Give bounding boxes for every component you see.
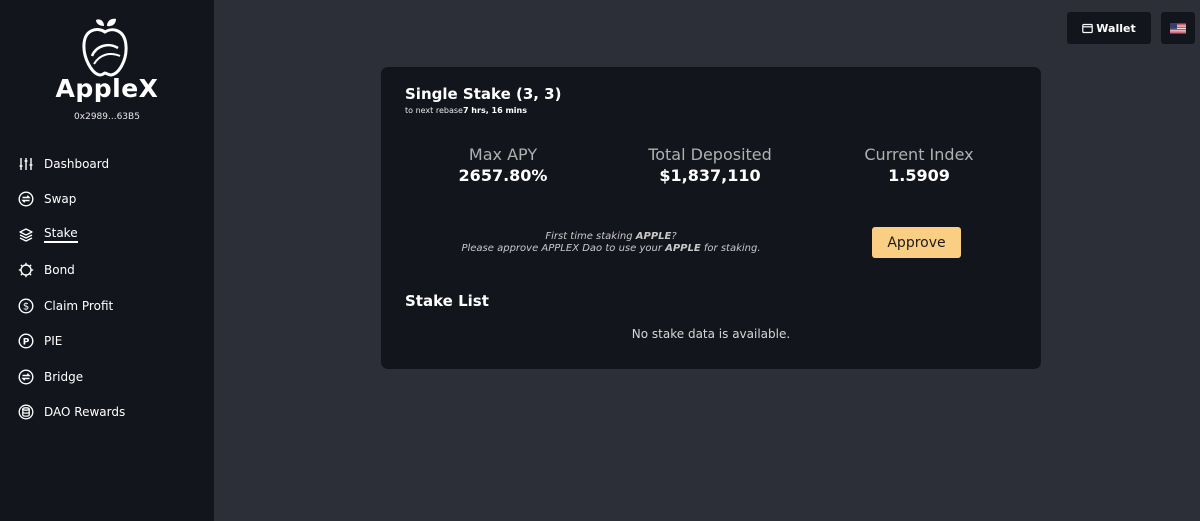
rebase-prefix: to next rebase xyxy=(405,106,463,115)
sidebar-nav: Dashboard Swap Stake Bond $ Claim Profit… xyxy=(18,146,125,430)
us-flag-icon xyxy=(1170,22,1186,34)
dollar-icon: $ xyxy=(18,298,34,314)
sidebar-item-bond[interactable]: Bond xyxy=(18,253,125,289)
rebase-countdown: to next rebase7 hrs, 16 mins xyxy=(405,106,527,115)
sidebar-item-dashboard[interactable]: Dashboard xyxy=(18,146,125,182)
stat-label: Max APY xyxy=(468,145,538,164)
approve-button[interactable]: Approve xyxy=(872,227,961,258)
wallet-button-label: Wallet xyxy=(1096,21,1136,35)
token-name: APPLE xyxy=(665,243,701,254)
approve-text: First time staking xyxy=(545,231,636,242)
p-coin-icon: P xyxy=(18,333,34,349)
approve-message: First time staking APPLE? Please approve… xyxy=(421,231,801,255)
stat-max-apy: Max APY 2657.80% xyxy=(403,145,603,185)
approve-text: Please approve APPLEX Dao to use your xyxy=(461,243,666,254)
sliders-icon xyxy=(18,156,34,172)
svg-text:$: $ xyxy=(23,301,29,312)
sidebar-item-label: Bridge xyxy=(44,369,84,384)
sidebar-item-label: PIE xyxy=(44,334,63,349)
stake-list-title: Stake List xyxy=(405,292,489,310)
swap-icon xyxy=(18,191,34,207)
rebase-time: 7 hrs, 16 mins xyxy=(462,106,527,115)
wallet-icon xyxy=(1082,23,1094,33)
stake-list-empty-message: No stake data is available. xyxy=(631,327,791,341)
svg-text:P: P xyxy=(23,338,30,348)
brand-name: AppleX xyxy=(55,74,159,103)
layers-icon xyxy=(18,227,34,243)
stat-current-index: Current Index 1.5909 xyxy=(819,145,1019,185)
sidebar-item-stake[interactable]: Stake xyxy=(18,217,125,253)
sidebar-item-bridge[interactable]: Bridge xyxy=(18,359,125,395)
sidebar: AppleX 0x2989...63B5 Dashboard Swap Stak… xyxy=(0,0,214,521)
sidebar-item-label: Dashboard xyxy=(44,156,110,171)
gear-icon xyxy=(18,262,34,278)
sidebar-item-pie[interactable]: P PIE xyxy=(18,324,125,360)
stake-title: Single Stake (3, 3) xyxy=(405,85,562,103)
sidebar-item-label: Claim Profit xyxy=(44,298,114,313)
stat-value: 1.5909 xyxy=(888,166,950,185)
stat-label: Total Deposited xyxy=(648,145,772,164)
sidebar-item-label: Bond xyxy=(44,263,75,278)
wallet-button[interactable]: Wallet xyxy=(1067,12,1151,44)
sidebar-item-label: Swap xyxy=(44,192,77,207)
bridge-icon xyxy=(18,369,34,385)
stake-card: Single Stake (3, 3) to next rebase7 hrs,… xyxy=(381,67,1041,369)
database-icon xyxy=(18,404,34,420)
apple-logo-icon[interactable] xyxy=(80,16,130,78)
language-selector[interactable] xyxy=(1161,12,1195,44)
stat-value: 2657.80% xyxy=(458,166,548,185)
sidebar-item-claim-profit[interactable]: $ Claim Profit xyxy=(18,288,125,324)
sidebar-item-label: Stake xyxy=(44,226,78,244)
sidebar-item-label: DAO Rewards xyxy=(44,405,126,420)
approve-text: for staking. xyxy=(700,243,761,254)
sidebar-item-swap[interactable]: Swap xyxy=(18,182,125,218)
wallet-address[interactable]: 0x2989...63B5 xyxy=(0,112,214,122)
stat-value: $1,837,110 xyxy=(659,166,761,185)
approve-text: ? xyxy=(671,231,677,242)
stat-total-deposited: Total Deposited $1,837,110 xyxy=(610,145,810,185)
stat-label: Current Index xyxy=(864,145,974,164)
token-name: APPLE xyxy=(635,231,672,242)
sidebar-item-dao-rewards[interactable]: DAO Rewards xyxy=(18,395,125,431)
